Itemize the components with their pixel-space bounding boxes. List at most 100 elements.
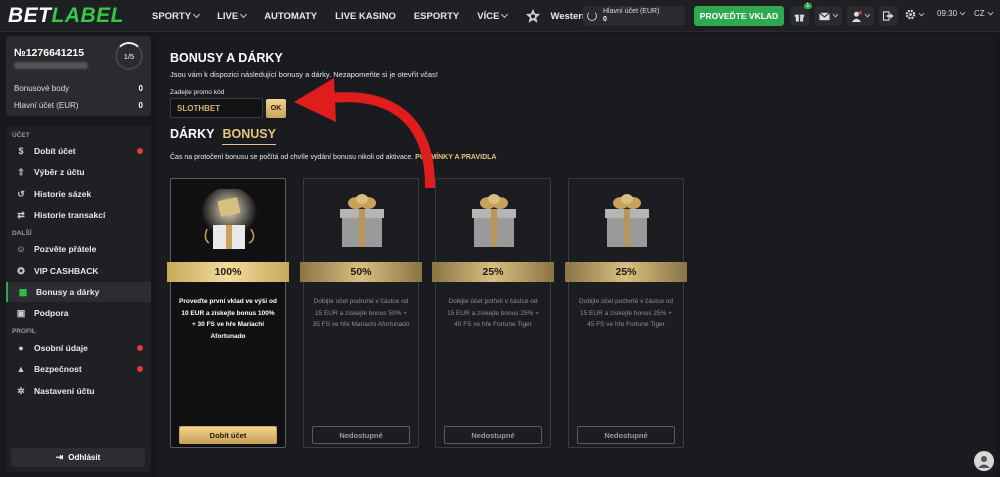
transfer-icon: ⇄	[17, 209, 25, 220]
alert-dot	[137, 148, 143, 154]
bonus-card: 50% Dobijte účet podruhé v částce od 15 …	[300, 178, 422, 448]
dollar-icon: $	[18, 146, 24, 156]
bonus-points-row: Bonusové body 0	[14, 84, 143, 93]
sidebar-item-bonuses-gifts[interactable]: ▦ Bonusy a dárky	[6, 282, 151, 302]
chevron-down-icon	[501, 10, 509, 19]
gear-icon: ✲	[17, 385, 25, 396]
blurred-email	[14, 62, 88, 69]
nav-item-live[interactable]: LIVE	[217, 10, 248, 22]
profile-menu-button[interactable]	[847, 6, 874, 26]
messages-button[interactable]	[815, 6, 842, 26]
section-label-account: ÚČET	[12, 132, 30, 139]
sidebar-item-withdraw[interactable]: ⇧ Výběr z účtu	[6, 162, 151, 182]
unavailable-button: Nedostupné	[444, 426, 542, 444]
account-summary-card: №1276641215 1/5 Bonusové body 0 Hlavní úč…	[6, 36, 151, 116]
unavailable-button: Nedostupné	[577, 426, 675, 444]
chevron-down-icon	[987, 9, 994, 15]
mail-icon	[819, 11, 830, 20]
sidebar-item-deposit[interactable]: $ Dobít účet	[6, 141, 151, 161]
person-icon: ●	[18, 343, 24, 353]
top-navigation-bar: BETLABEL SPORTY LIVE AUTOMATY LIVE KASIN…	[0, 0, 1000, 32]
sidebar-item-bet-history[interactable]: ↺ Historie sázek	[6, 184, 151, 204]
clock-time: 09:30	[937, 9, 958, 18]
level-indicator[interactable]: 1/5	[115, 42, 143, 70]
alert-dot	[137, 345, 143, 351]
tab-gifts[interactable]: DÁRKY	[170, 127, 214, 145]
user-plus-icon: ☺	[16, 244, 26, 254]
nav-item-sporty[interactable]: SPORTY	[152, 10, 201, 22]
sidebar-item-personal-data[interactable]: ● Osobní údaje	[6, 338, 151, 358]
settings-menu[interactable]	[905, 9, 925, 20]
account-id: №1276641215	[14, 47, 85, 59]
lock-icon: ▲	[16, 364, 26, 374]
bonus-description: Dobijte účet počtvrté v částce od 15 EUR…	[579, 298, 673, 328]
gift-box-icon	[340, 194, 384, 247]
logout-top-button[interactable]	[879, 6, 898, 26]
tab-bonuses[interactable]: BONUSY	[222, 127, 276, 145]
deposit-bonus-button[interactable]: Dobít účet	[179, 426, 277, 444]
logout-icon	[883, 11, 894, 21]
bonus-description: Proveďte první vklad ve výši od 10 EUR a…	[179, 298, 277, 340]
chevron-down-icon	[193, 10, 201, 19]
sidebar-item-support[interactable]: ▣ Podpora	[6, 303, 151, 323]
sidebar-item-account-settings[interactable]: ✲ Nastavení účtu	[6, 381, 151, 401]
promo-code-label: Zadejte promo kód	[170, 89, 225, 96]
annotation-arrow-icon	[294, 78, 435, 188]
nav-item-automaty[interactable]: AUTOMATY	[264, 11, 317, 22]
bonus-description: Dobijte účet podruhé v částce od 15 EUR …	[312, 298, 410, 328]
chevron-down-icon	[832, 11, 839, 18]
bonus-percent-ribbon: 25%	[432, 262, 554, 282]
bonus-percent-ribbon: 25%	[565, 262, 687, 282]
sidebar-item-invite-friends[interactable]: ☺ Pozvěte přátele	[6, 239, 151, 259]
logout-button[interactable]: ⇥ Odhlásit	[11, 448, 145, 467]
deposit-button[interactable]: PROVEĎTE VKLAD	[694, 6, 784, 26]
nav-item-vice[interactable]: VÍCE	[477, 10, 509, 22]
sidebar-menu: ÚČET $ Dobít účet ⇧ Výběr z účtu ↺ Historie…	[6, 126, 151, 472]
chat-support-button[interactable]	[974, 451, 994, 471]
betlabel-logo[interactable]: BETLABEL	[8, 4, 124, 28]
chevron-down-icon	[959, 9, 966, 15]
balance-label: Hlavní účet (EUR)	[603, 8, 660, 15]
chevron-down-icon	[918, 10, 925, 16]
history-icon: ↺	[17, 188, 25, 199]
language-selector[interactable]: CZ	[974, 9, 994, 18]
vip-icon: ✪	[17, 265, 25, 276]
logout-icon: ⇥	[55, 452, 64, 462]
gift-box-icon	[605, 194, 649, 247]
upload-icon: ⇧	[17, 166, 25, 177]
bonuses-panel: BONUSY A DÁRKY Jsou vám k dispozici násl…	[157, 36, 995, 477]
alert-dot	[137, 366, 143, 372]
sidebar-item-vip-cashback[interactable]: ✪ VIP CASHBACK	[6, 261, 151, 281]
chevron-down-icon	[240, 10, 248, 19]
bonus-description: Dobijte účet potřetí v částce od 15 EUR …	[447, 298, 539, 328]
bonus-percent-ribbon: 50%	[300, 262, 422, 282]
open-gift-box-icon	[201, 189, 257, 249]
promo-code-input[interactable]	[170, 98, 263, 118]
main-nav: SPORTY LIVE AUTOMATY LIVE KASINO ESPORTY…	[152, 0, 625, 32]
nav-item-live-kasino[interactable]: LIVE KASINO	[335, 11, 396, 22]
promo-ok-button[interactable]: OK	[266, 99, 286, 118]
refresh-icon[interactable]	[587, 11, 597, 21]
balance-widget[interactable]: Hlavní účet (EUR) 0	[583, 6, 685, 26]
chat-icon	[978, 456, 990, 468]
unavailable-button: Nedostupné	[312, 426, 410, 444]
section-label-more: DALŠÍ	[12, 230, 32, 237]
gift-icon: ▦	[18, 286, 28, 297]
sidebar-item-security[interactable]: ▲ Bezpečnost	[6, 359, 151, 379]
section-label-profile: PROFIL	[12, 328, 36, 335]
clock-menu[interactable]: 09:30	[937, 9, 966, 18]
bonus-card: 100% Proveďte první vklad ve výši od 10 …	[167, 178, 289, 448]
gift-tabs: DÁRKY BONUSY	[170, 127, 276, 145]
bonus-card: 25% Dobijte účet počtvrté v částce od 15…	[565, 178, 687, 448]
nav-item-esporty[interactable]: ESPORTY	[414, 11, 459, 22]
main-account-row: Hlavní účet (EUR) 0	[14, 101, 143, 110]
gift-count-badge: 1	[803, 3, 812, 9]
gift-button[interactable]: 1	[790, 3, 812, 26]
gear-icon	[905, 9, 916, 20]
sheriff-star-icon	[526, 8, 541, 23]
language-code: CZ	[974, 9, 985, 18]
user-icon	[851, 10, 862, 22]
support-icon: ▣	[16, 307, 26, 318]
balance-value: 0	[603, 16, 607, 23]
sidebar-item-transaction-history[interactable]: ⇄ Historie transakcí	[6, 205, 151, 225]
